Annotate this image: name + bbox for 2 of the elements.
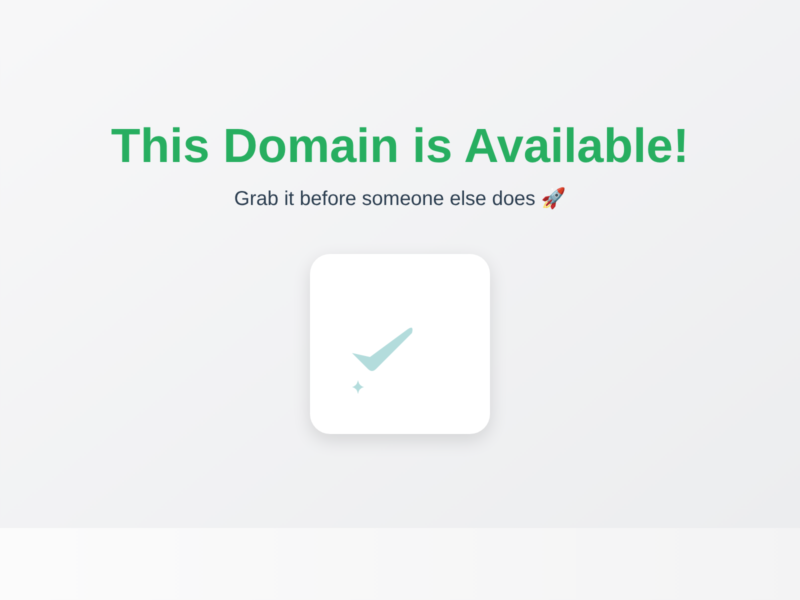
page-title: This Domain is Available! [111,119,689,175]
subtitle: Grab it before someone else does 🚀 [234,186,566,212]
